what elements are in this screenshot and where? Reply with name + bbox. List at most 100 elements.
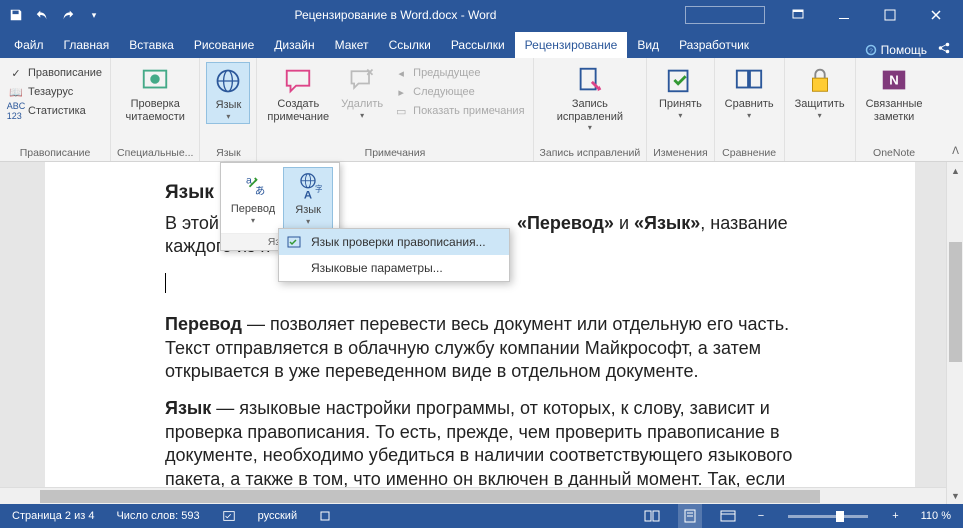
web-layout-icon[interactable]	[716, 504, 740, 528]
language-gallery-button[interactable]: A字 Язык ▾	[283, 167, 333, 229]
tell-me[interactable]: ? Помощь	[865, 43, 927, 57]
chevron-down-icon: ▾	[588, 123, 592, 132]
show-comments-button[interactable]: ▭Показать примечания	[391, 102, 526, 120]
minimize-icon[interactable]	[821, 0, 867, 30]
spelling-label: Правописание	[28, 67, 102, 79]
share-icon[interactable]	[937, 41, 951, 58]
window-title: Рецензирование в Word.docx - Word	[106, 8, 685, 22]
close-icon[interactable]	[913, 0, 959, 30]
scroll-thumb[interactable]	[949, 242, 962, 362]
wordcount-button[interactable]: ABC123Статистика	[6, 102, 104, 120]
ribbon: ✓Правописание 📖Тезаурус ABC123Статистика…	[0, 58, 963, 162]
spellcheck-status-icon[interactable]	[218, 504, 240, 528]
chevron-down-icon: ▾	[747, 111, 751, 120]
page-number[interactable]: Страница 2 из 4	[8, 504, 98, 528]
horizontal-scrollbar[interactable]	[0, 487, 946, 504]
language-status[interactable]: русский	[254, 504, 301, 528]
document-page[interactable]: Язык В этой «Перевод» и «Язык», название…	[45, 162, 915, 504]
svg-text:?: ?	[869, 48, 873, 55]
thesaurus-label: Тезаурус	[28, 86, 73, 98]
chevron-down-icon: ▾	[360, 111, 364, 120]
language-submenu: Язык проверки правописания... Языковые п…	[278, 228, 510, 282]
ribbon-options-icon[interactable]	[775, 0, 821, 30]
tab-home[interactable]: Главная	[54, 32, 120, 58]
tab-developer[interactable]: Разработчик	[669, 32, 759, 58]
tab-references[interactable]: Ссылки	[379, 32, 441, 58]
spelling-button[interactable]: ✓Правописание	[6, 64, 104, 82]
tab-draw[interactable]: Рисование	[184, 32, 264, 58]
next-comment-button[interactable]: ▸Следующее	[391, 83, 526, 101]
zoom-in-icon[interactable]: +	[888, 504, 902, 528]
scroll-up-icon[interactable]: ▲	[947, 162, 963, 179]
tab-insert[interactable]: Вставка	[119, 32, 184, 58]
protect-label: Защитить	[795, 98, 845, 111]
show-comments-label: Показать примечания	[413, 105, 524, 117]
language-button[interactable]: Язык ▾	[206, 62, 250, 124]
scroll-down-icon[interactable]: ▼	[947, 487, 963, 504]
delete-comment-button[interactable]: Удалить ▾	[337, 62, 387, 122]
proofing-language-icon	[287, 234, 303, 250]
collapse-ribbon-icon[interactable]: ᐱ	[952, 146, 959, 157]
account-box[interactable]	[685, 6, 765, 24]
accessibility-button[interactable]: Проверка читаемости	[122, 62, 189, 125]
group-accessibility-label: Специальные...	[117, 145, 193, 161]
group-tracking-label: Запись исправлений	[540, 145, 641, 161]
svg-text:字: 字	[315, 183, 322, 193]
compare-label: Сравнить	[725, 98, 774, 111]
svg-text:A: A	[304, 189, 312, 200]
chevron-down-icon: ▾	[226, 112, 230, 121]
compare-button[interactable]: Сравнить ▾	[721, 62, 778, 122]
tab-layout[interactable]: Макет	[325, 32, 379, 58]
svg-text:あ: あ	[255, 185, 266, 197]
language-preferences-label: Языковые параметры...	[311, 261, 443, 275]
paragraph-2: Перевод — позволяет перевести весь докум…	[165, 313, 795, 383]
blank-icon	[287, 260, 303, 276]
wordcount-label: Статистика	[28, 105, 86, 117]
titlebar: ▾ Рецензирование в Word.docx - Word	[0, 0, 963, 30]
zoom-out-icon[interactable]: −	[754, 504, 768, 528]
track-changes-button[interactable]: Запись исправлений ▾	[553, 62, 627, 134]
group-language: Язык ▾ Язык	[200, 58, 257, 161]
translate-label: Перевод	[231, 203, 275, 216]
group-onenote-label: OneNote	[873, 145, 915, 161]
group-tracking: Запись исправлений ▾ Запись исправлений	[534, 58, 648, 161]
save-icon[interactable]	[4, 3, 28, 27]
protect-button[interactable]: Защитить ▾	[791, 62, 849, 122]
tab-review[interactable]: Рецензирование	[515, 32, 628, 58]
thesaurus-button[interactable]: 📖Тезаурус	[6, 83, 104, 101]
chevron-down-icon: ▾	[818, 111, 822, 120]
zoom-knob[interactable]	[836, 511, 844, 522]
redo-icon[interactable]	[56, 3, 80, 27]
delete-comment-label: Удалить	[341, 98, 383, 111]
group-proofing: ✓Правописание 📖Тезаурус ABC123Статистика…	[0, 58, 111, 161]
set-proofing-language-label: Язык проверки правописания...	[311, 235, 486, 249]
set-proofing-language-item[interactable]: Язык проверки правописания...	[279, 229, 509, 255]
prev-comment-button[interactable]: ◂Предыдущее	[391, 64, 526, 82]
macro-status-icon[interactable]	[315, 504, 335, 528]
new-comment-button[interactable]: Создать примечание	[263, 62, 333, 125]
tab-mailings[interactable]: Рассылки	[441, 32, 515, 58]
group-comments: Создать примечание Удалить ▾ ◂Предыдущее…	[257, 58, 533, 161]
undo-icon[interactable]	[30, 3, 54, 27]
zoom-level[interactable]: 110 %	[917, 504, 955, 528]
scroll-thumb-h[interactable]	[40, 490, 820, 503]
language-preferences-item[interactable]: Языковые параметры...	[279, 255, 509, 281]
maximize-icon[interactable]	[867, 0, 913, 30]
onenote-button[interactable]: N Связанные заметки	[862, 62, 927, 125]
group-protect-label	[818, 145, 821, 161]
read-mode-icon[interactable]	[640, 504, 664, 528]
group-onenote: N Связанные заметки OneNote	[856, 58, 933, 161]
tab-design[interactable]: Дизайн	[264, 32, 324, 58]
next-comment-label: Следующее	[413, 86, 475, 98]
translate-button[interactable]: aあ Перевод ▾	[227, 167, 279, 227]
tab-view[interactable]: Вид	[627, 32, 669, 58]
accept-button[interactable]: Принять ▾	[655, 62, 706, 122]
accessibility-label: Проверка читаемости	[126, 98, 185, 123]
print-layout-icon[interactable]	[678, 504, 702, 528]
help-label: Помощь	[881, 43, 927, 57]
tab-file[interactable]: Файл	[4, 32, 54, 58]
vertical-scrollbar[interactable]: ▲ ▼	[946, 162, 963, 504]
qat-dropdown-icon[interactable]: ▾	[82, 3, 106, 27]
zoom-slider[interactable]	[788, 515, 868, 518]
word-count[interactable]: Число слов: 593	[112, 504, 203, 528]
